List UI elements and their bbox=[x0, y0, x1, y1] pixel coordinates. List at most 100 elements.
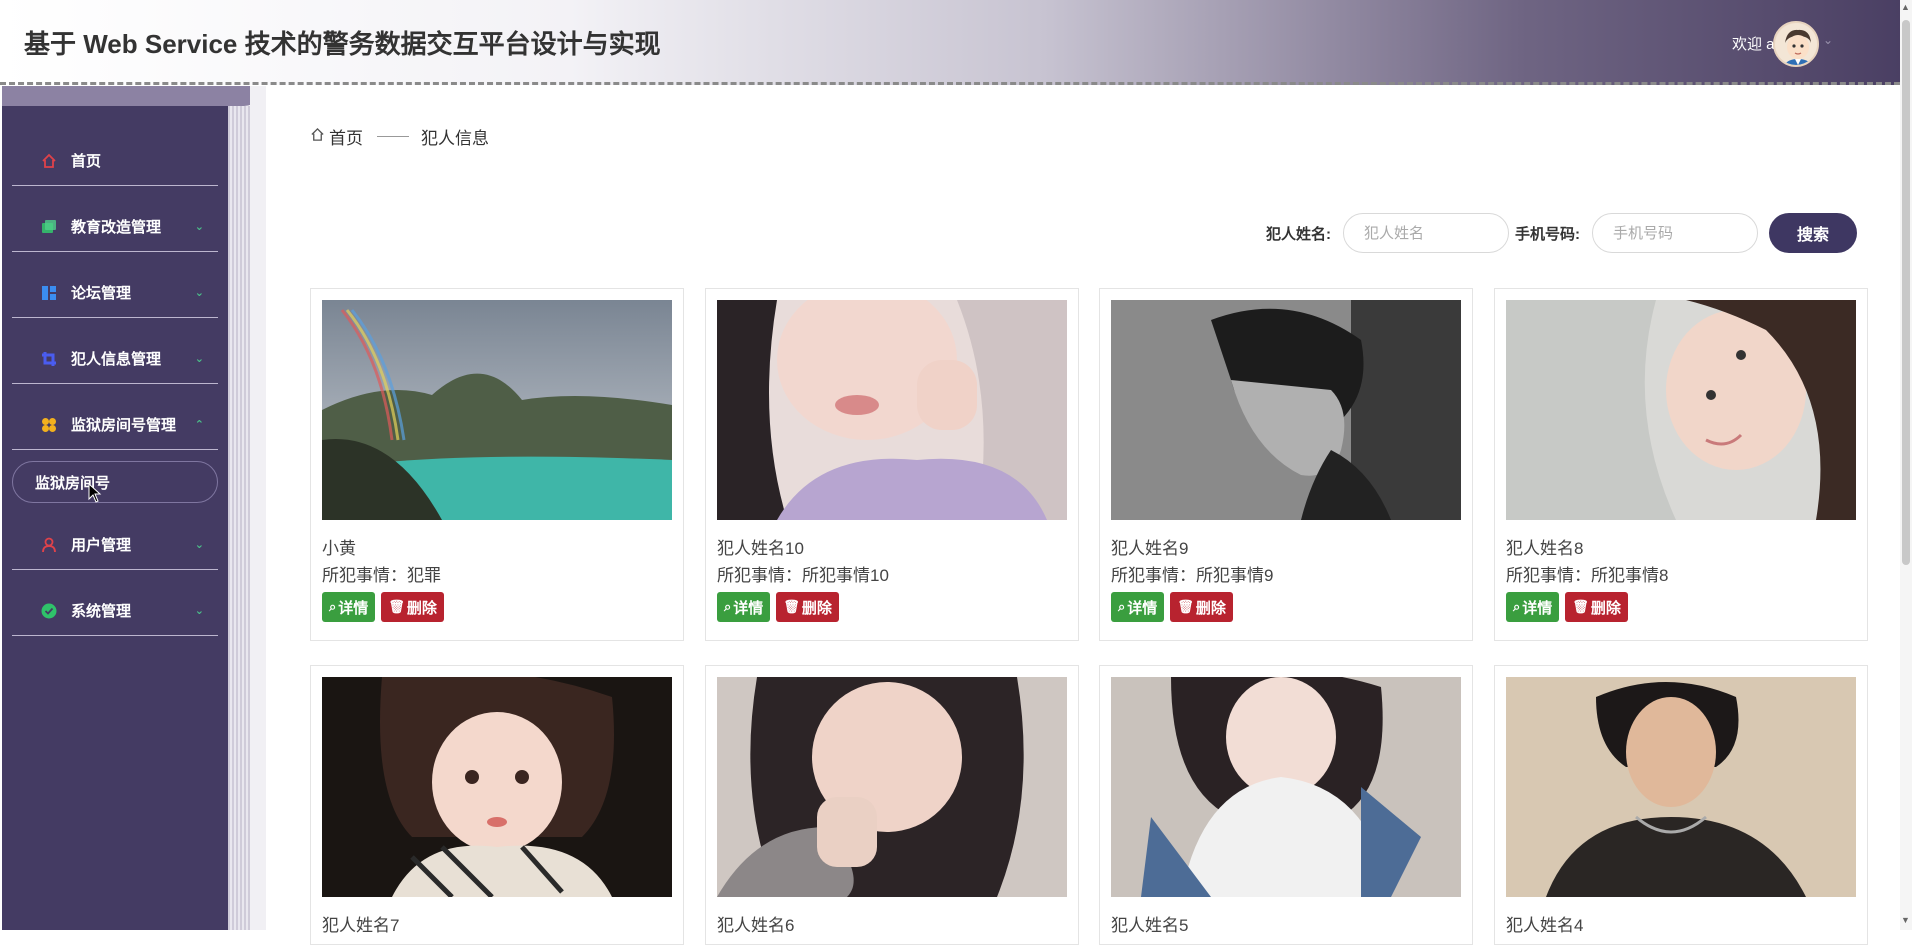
circle-icon bbox=[40, 602, 58, 620]
sidebar-top-tab bbox=[2, 86, 264, 106]
detail-button[interactable]: ⌕ 详情 bbox=[322, 592, 376, 622]
chevron-down-icon: ⌄ bbox=[194, 221, 204, 233]
sidebar-item-prisoner-info[interactable]: 犯人信息管理 ⌄ bbox=[12, 334, 218, 384]
detail-button-label: 详情 bbox=[1522, 599, 1553, 617]
sidebar-item-education[interactable]: 教育改造管理 ⌄ bbox=[12, 202, 218, 252]
delete-button[interactable]: 🗑 删除 bbox=[776, 592, 839, 622]
phone-search-input[interactable] bbox=[1592, 213, 1758, 253]
trash-icon: 🗑 bbox=[388, 599, 405, 614]
sidebar-item-forum[interactable]: 论坛管理 ⌄ bbox=[12, 268, 218, 318]
chevron-up-icon: ⌃ bbox=[194, 419, 204, 431]
prisoner-name: 小黄 bbox=[322, 539, 356, 558]
card-actions: ⌕ 详情 🗑 删除 bbox=[1111, 592, 1233, 622]
detail-button-label: 详情 bbox=[1127, 599, 1158, 617]
sidebar-stripe bbox=[228, 106, 250, 930]
stack-icon bbox=[40, 218, 58, 236]
chevron-down-icon: ⌄ bbox=[194, 605, 204, 617]
prisoner-crime: 所犯事情：所犯事情8 bbox=[1506, 566, 1669, 585]
delete-button[interactable]: 🗑 删除 bbox=[1565, 592, 1628, 622]
card-actions: ⌕ 详情 🗑 删除 bbox=[717, 592, 839, 622]
detail-button-label: 详情 bbox=[733, 599, 764, 617]
sidebar-item-label: 系统管理 bbox=[71, 603, 132, 620]
prisoner-name: 犯人姓名7 bbox=[322, 916, 400, 935]
chevron-down-icon: ⌄ bbox=[194, 539, 204, 551]
delete-button[interactable]: 🗑 删除 bbox=[381, 592, 444, 622]
prisoner-name: 犯人姓名8 bbox=[1506, 539, 1584, 558]
crop-icon bbox=[40, 350, 58, 368]
sidebar-item-label: 用户管理 bbox=[71, 537, 132, 554]
breadcrumb-current: 犯人信息 bbox=[421, 129, 489, 148]
trash-icon: 🗑 bbox=[783, 599, 800, 614]
prisoner-name: 犯人姓名6 bbox=[717, 916, 795, 935]
breadcrumb-separator bbox=[377, 136, 409, 137]
breadcrumb-home[interactable]: 首页 bbox=[329, 124, 363, 149]
search-bar: 犯人姓名: 手机号码: 搜索 bbox=[1266, 213, 1857, 253]
prisoner-card: 犯人姓名6 bbox=[705, 665, 1079, 945]
prisoner-photo[interactable] bbox=[322, 677, 672, 897]
sidebar-item-label: 监狱房间号管理 bbox=[71, 417, 177, 434]
delete-button-label: 删除 bbox=[1590, 599, 1621, 617]
detail-button[interactable]: ⌕ 详情 bbox=[1111, 592, 1165, 622]
prisoner-photo[interactable] bbox=[717, 300, 1067, 520]
prisoner-card: 犯人姓名5 bbox=[1099, 665, 1473, 945]
prisoner-crime: 所犯事情：犯罪 bbox=[322, 566, 441, 585]
prisoner-photo[interactable] bbox=[1506, 677, 1856, 897]
sidebar-gap bbox=[250, 86, 266, 930]
search-button[interactable]: 搜索 bbox=[1769, 213, 1857, 253]
sidebar-item-label: 首页 bbox=[71, 153, 102, 170]
chevron-down-icon: ⌄ bbox=[194, 353, 204, 365]
detail-button[interactable]: ⌕ 详情 bbox=[717, 592, 771, 622]
delete-button-label: 删除 bbox=[1195, 599, 1226, 617]
prisoner-card: 犯人姓名4 bbox=[1494, 665, 1868, 945]
trash-icon: 🗑 bbox=[1177, 599, 1194, 614]
prisoner-card: 犯人姓名7 bbox=[310, 665, 684, 945]
prisoner-name: 犯人姓名5 bbox=[1111, 916, 1189, 935]
search-icon: ⌕ bbox=[1118, 599, 1126, 614]
name-search-label: 犯人姓名: bbox=[1266, 225, 1331, 243]
delete-button-label: 删除 bbox=[801, 599, 832, 617]
prisoner-crime: 所犯事情：所犯事情9 bbox=[1111, 566, 1274, 585]
search-icon: ⌕ bbox=[329, 599, 337, 614]
sidebar-item-label: 教育改造管理 bbox=[71, 219, 162, 236]
prisoner-card: 犯人姓名9 所犯事情：所犯事情9 ⌕ 详情 🗑 删除 bbox=[1099, 288, 1473, 641]
scrollbar-thumb[interactable] bbox=[1902, 20, 1910, 565]
home-outline-icon[interactable] bbox=[310, 127, 325, 147]
user-avatar[interactable] bbox=[1773, 21, 1819, 67]
prisoner-card: 犯人姓名8 所犯事情：所犯事情8 ⌕ 详情 🗑 删除 bbox=[1494, 288, 1868, 641]
sidebar-item-room-number[interactable]: 监狱房间号管理 ⌃ bbox=[12, 400, 218, 450]
chevron-down-icon: ⌄ bbox=[194, 287, 204, 299]
prisoner-card: 犯人姓名10 所犯事情：所犯事情10 ⌕ 详情 🗑 删除 bbox=[705, 288, 1079, 641]
sidebar-item-label: 犯人信息管理 bbox=[71, 351, 162, 368]
scroll-up-icon[interactable]: ▲ bbox=[1901, 2, 1910, 12]
top-header: 基于 Web Service 技术的警务数据交互平台设计与实现 欢迎 admin bbox=[0, 0, 1900, 85]
prisoner-photo[interactable] bbox=[1506, 300, 1856, 520]
search-icon: ⌕ bbox=[724, 599, 732, 614]
prisoner-photo[interactable] bbox=[1111, 677, 1461, 897]
prisoner-photo[interactable] bbox=[717, 677, 1067, 897]
name-search-input[interactable] bbox=[1343, 213, 1509, 253]
sidebar-item-home[interactable]: 首页 bbox=[12, 136, 218, 186]
app-title: 基于 Web Service 技术的警务数据交互平台设计与实现 bbox=[24, 29, 661, 59]
user-menu-chevron-icon[interactable]: ⌄ bbox=[1823, 33, 1833, 47]
card-actions: ⌕ 详情 🗑 删除 bbox=[322, 592, 444, 622]
mouse-cursor-icon bbox=[88, 483, 102, 503]
prisoner-photo[interactable] bbox=[1111, 300, 1461, 520]
detail-button[interactable]: ⌕ 详情 bbox=[1506, 592, 1560, 622]
search-icon: ⌕ bbox=[1513, 599, 1521, 614]
trash-icon: 🗑 bbox=[1572, 599, 1589, 614]
grid-icon bbox=[40, 284, 58, 302]
prisoner-name: 犯人姓名4 bbox=[1506, 916, 1584, 935]
prisoner-crime: 所犯事情：所犯事情10 bbox=[717, 566, 889, 585]
sidebar-subitem-room-number[interactable]: 监狱房间号 bbox=[12, 461, 218, 503]
detail-button-label: 详情 bbox=[338, 599, 369, 617]
prisoner-card: 小黄 所犯事情：犯罪 ⌕ 详情 🗑 删除 bbox=[310, 288, 684, 641]
sidebar-item-users[interactable]: 用户管理 ⌄ bbox=[12, 520, 218, 570]
sidebar-item-label: 论坛管理 bbox=[71, 285, 132, 302]
sidebar-item-system[interactable]: 系统管理 ⌄ bbox=[12, 586, 218, 636]
breadcrumb: 首页 犯人信息 bbox=[310, 124, 489, 149]
prisoner-photo[interactable] bbox=[322, 300, 672, 520]
scroll-down-icon[interactable]: ▼ bbox=[1901, 915, 1910, 925]
delete-button-label: 删除 bbox=[406, 599, 437, 617]
page-scrollbar[interactable]: ▲ ▼ bbox=[1900, 0, 1912, 930]
delete-button[interactable]: 🗑 删除 bbox=[1170, 592, 1233, 622]
